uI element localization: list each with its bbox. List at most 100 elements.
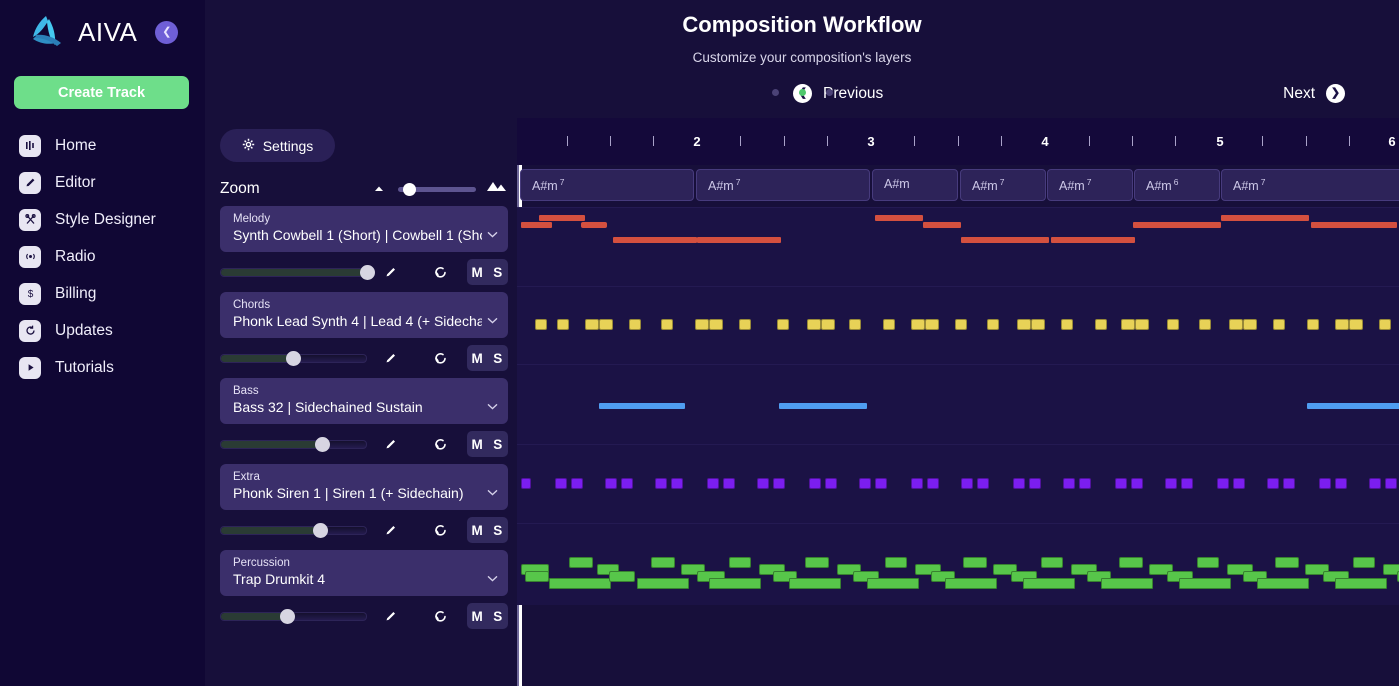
note[interactable] [539,215,585,221]
note[interactable] [1167,319,1179,330]
sidebar-item-editor[interactable]: Editor [0,164,205,201]
note[interactable] [599,319,613,330]
note[interactable] [809,478,821,489]
note[interactable] [1119,557,1143,568]
volume-knob[interactable] [286,351,301,366]
note[interactable] [549,578,611,589]
note[interactable] [821,319,835,330]
piano-roll-lane[interactable] [517,364,1399,444]
note[interactable] [1369,478,1381,489]
note[interactable] [613,237,697,243]
note[interactable] [585,319,599,330]
note[interactable] [825,478,837,489]
note[interactable] [1017,319,1031,330]
note[interactable] [807,319,821,330]
chord-cell[interactable]: A#m6 [1134,169,1220,201]
note[interactable] [859,478,871,489]
step-dot[interactable] [772,89,779,96]
note[interactable] [1267,478,1279,489]
mute-button[interactable]: M [467,431,488,457]
create-track-button[interactable]: Create Track [14,76,189,109]
solo-button[interactable]: S [487,431,508,457]
volume-slider[interactable] [220,268,367,277]
volume-knob[interactable] [280,609,295,624]
note[interactable] [1385,478,1397,489]
note[interactable] [883,319,895,330]
mute-button[interactable]: M [467,345,488,371]
note[interactable] [709,578,761,589]
chord-cell[interactable]: A#m7 [1047,169,1133,201]
note[interactable] [1335,478,1347,489]
note[interactable] [1217,478,1229,489]
volume-knob[interactable] [315,437,330,452]
note[interactable] [1095,319,1107,330]
sidebar-collapse-button[interactable]: ❮ [155,21,178,44]
regenerate-track-button[interactable] [416,351,465,366]
note[interactable] [911,478,923,489]
note[interactable] [885,557,907,568]
note[interactable] [671,478,683,489]
solo-button[interactable]: S [487,603,508,629]
volume-slider[interactable] [220,354,367,363]
volume-knob[interactable] [360,265,375,280]
track-header[interactable]: BassBass 32 | Sidechained Sustain [220,378,508,424]
note[interactable] [599,403,685,409]
note[interactable] [773,478,785,489]
note[interactable] [1311,222,1397,228]
note[interactable] [961,478,973,489]
step-dot[interactable] [826,89,833,96]
note[interactable] [569,557,593,568]
zoom-slider[interactable] [398,187,476,192]
note[interactable] [805,557,829,568]
note[interactable] [1179,578,1231,589]
note[interactable] [1131,478,1143,489]
volume-slider[interactable] [220,526,367,535]
sidebar-item-updates[interactable]: Updates [0,312,205,349]
note[interactable] [1101,578,1153,589]
note[interactable] [1031,319,1045,330]
small-mountain-icon[interactable] [373,180,388,198]
note[interactable] [1029,478,1041,489]
sidebar-item-style-designer[interactable]: Style Designer [0,201,205,238]
note[interactable] [779,403,867,409]
note[interactable] [1041,557,1063,568]
volume-knob[interactable] [313,523,328,538]
note[interactable] [1121,319,1135,330]
chevron-down-icon[interactable] [487,569,498,576]
note[interactable] [777,319,789,330]
mute-button[interactable]: M [467,259,488,285]
note[interactable] [945,578,997,589]
piano-roll-lane[interactable] [517,523,1399,605]
note[interactable] [555,478,567,489]
note[interactable] [1079,478,1091,489]
sidebar-item-home[interactable]: Home [0,127,205,164]
settings-button[interactable]: Settings [220,129,335,162]
note[interactable] [637,578,689,589]
note[interactable] [535,319,547,330]
sidebar-item-radio[interactable]: Radio [0,238,205,275]
note[interactable] [925,319,939,330]
next-button[interactable]: Next ❯ [1283,84,1345,103]
note[interactable] [1063,478,1075,489]
note[interactable] [977,478,989,489]
note[interactable] [1199,319,1211,330]
note[interactable] [923,222,961,228]
note[interactable] [1197,557,1219,568]
track-header[interactable]: MelodySynth Cowbell 1 (Short) | Cowbell … [220,206,508,252]
chord-cell[interactable]: A#m7 [1221,169,1399,201]
note[interactable] [1023,578,1075,589]
piano-roll-lane[interactable] [517,207,1399,286]
volume-slider[interactable] [220,612,367,621]
piano-roll-lane[interactable] [517,286,1399,364]
note[interactable] [695,319,709,330]
mute-button[interactable]: M [467,517,488,543]
track-header[interactable]: ExtraPhonk Siren 1 | Siren 1 (+ Sidechai… [220,464,508,510]
piano-roll-lane[interactable] [517,444,1399,523]
chord-cell[interactable]: A#m7 [520,169,694,201]
note[interactable] [629,319,641,330]
timeline-ruler[interactable]: 23456 [517,118,1399,165]
note[interactable] [1061,319,1073,330]
note[interactable] [521,478,531,489]
note[interactable] [1335,319,1349,330]
chevron-down-icon[interactable] [487,225,498,232]
